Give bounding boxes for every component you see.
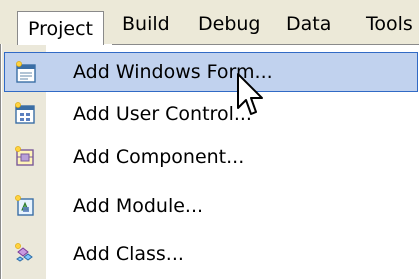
menu-data[interactable]: Data bbox=[276, 12, 341, 36]
menu-build[interactable]: Build bbox=[112, 12, 180, 36]
menu-border-line bbox=[112, 44, 419, 45]
user-control-icon bbox=[13, 102, 37, 126]
module-icon bbox=[13, 194, 37, 218]
menu-debug[interactable]: Debug bbox=[188, 12, 270, 36]
menu-item-label: Add Class... bbox=[73, 243, 184, 265]
mouse-pointer-icon bbox=[236, 72, 266, 120]
menu-bar: Project Build Debug Data Tools bbox=[0, 0, 419, 45]
menu-item-add-windows-form[interactable]: Add Windows Form... bbox=[4, 52, 418, 92]
menu-item-add-user-control[interactable]: Add User Control... bbox=[4, 94, 418, 134]
menu-item-label: Add User Control... bbox=[73, 103, 252, 125]
component-icon bbox=[13, 145, 37, 169]
menu-item-add-class[interactable]: Add Class... bbox=[4, 234, 418, 274]
menu-project[interactable]: Project bbox=[17, 11, 105, 45]
project-dropdown-menu: Add Windows Form... Add User Control... bbox=[0, 44, 419, 279]
menu-tools[interactable]: Tools bbox=[356, 12, 419, 36]
windows-form-icon bbox=[14, 61, 38, 85]
class-icon bbox=[13, 242, 37, 266]
menu-item-label: Add Component... bbox=[73, 146, 245, 168]
menu-item-add-module[interactable]: Add Module... bbox=[4, 186, 418, 226]
menu-item-add-component[interactable]: Add Component... bbox=[4, 137, 418, 177]
menu-item-label: Add Module... bbox=[73, 195, 204, 217]
